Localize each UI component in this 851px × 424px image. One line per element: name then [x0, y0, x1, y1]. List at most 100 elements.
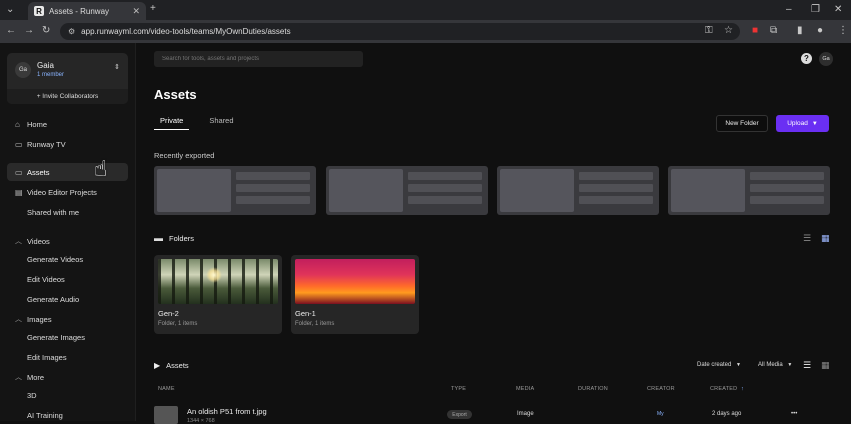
hand-cursor-icon: ☝ [94, 156, 108, 181]
tab-private[interactable]: Private [154, 116, 190, 130]
bookmark-star-icon[interactable]: ☆ [724, 25, 733, 37]
column-header-label: CREATED [710, 386, 738, 392]
placeholder-line [236, 172, 310, 180]
extension-icon[interactable]: ■ [752, 25, 758, 37]
folder-icon: ▬ [154, 233, 163, 243]
close-window-icon[interactable]: ✕ [834, 4, 842, 16]
sidebar-item-assets[interactable]: ▭ Assets [7, 163, 128, 181]
sidebar-item-home[interactable]: ⌂ Home [7, 115, 128, 133]
column-header-duration[interactable]: DURATION [578, 386, 608, 392]
user-avatar[interactable]: Ga [819, 52, 833, 66]
row-actions-icon[interactable]: ••• [791, 411, 797, 417]
sidebar-item-runway-tv[interactable]: ▭ Runway TV [7, 135, 128, 153]
placeholder-line [750, 184, 824, 192]
column-header-name[interactable]: NAME [158, 386, 175, 392]
placeholder-line [579, 184, 653, 192]
upload-button[interactable]: Upload ▼ [776, 115, 829, 132]
grid-view-icon[interactable]: ▦ [821, 360, 830, 371]
password-key-icon[interactable]: ⚿ [705, 25, 713, 37]
column-header-creator[interactable]: CREATOR [647, 386, 675, 392]
address-bar[interactable]: ⚙ app.runwayml.com/video-tools/teams/MyO… [60, 23, 740, 40]
tab-menu-icon[interactable]: ⌄ [6, 4, 14, 16]
browser-tab-bar: ⌄ R Assets - Runway ✕ + – ❐ ✕ [0, 0, 851, 20]
sidebar-item-label: Shared with me [27, 207, 80, 217]
sidebar-item-label: Assets [27, 167, 50, 177]
sidebar-item-edit-images[interactable]: Edit Images [7, 348, 128, 366]
url-text: app.runwayml.com/video-tools/teams/MyOwn… [81, 27, 291, 36]
sidebar-item-label: Edit Images [27, 352, 67, 362]
recent-export-card-placeholder[interactable] [154, 166, 316, 215]
sidebar-item-shared-with-me[interactable]: Shared with me [7, 203, 128, 221]
help-icon[interactable]: ? [801, 53, 812, 64]
sort-dropdown[interactable]: Date created ▼ [697, 362, 741, 368]
list-view-icon[interactable]: ☰ [803, 233, 811, 244]
sidebar-section-videos[interactable]: ︿ Videos [15, 236, 50, 246]
column-header-type[interactable]: TYPE [451, 386, 466, 392]
visibility-tabs: Private Shared [154, 116, 254, 130]
placeholder-thumbnail [671, 169, 745, 212]
tab-shared[interactable]: Shared [203, 116, 239, 129]
sidebar-item-label: Generate Audio [27, 294, 80, 304]
sidebar-item-3d[interactable]: 3D [7, 386, 128, 404]
sidebar-section-more[interactable]: ︿ More [15, 372, 44, 382]
minimize-icon[interactable]: – [786, 4, 792, 16]
close-tab-icon[interactable]: ✕ [132, 6, 140, 17]
extensions-puzzle-icon[interactable]: ⧉ [770, 25, 777, 37]
sidebar-item-generate-videos[interactable]: Generate Videos [7, 250, 128, 268]
home-icon: ⌂ [15, 119, 20, 129]
recently-exported-label: Recently exported [154, 151, 215, 160]
column-header-media[interactable]: MEDIA [516, 386, 534, 392]
asset-creator: My [657, 411, 664, 417]
reload-icon[interactable]: ↻ [42, 25, 50, 37]
sidebar-item-label: Runway TV [27, 139, 66, 149]
folder-meta: Folder, 1 items [158, 321, 198, 327]
folder-card[interactable]: Gen-2 Folder, 1 items [154, 255, 282, 334]
runway-favicon-icon: R [34, 6, 44, 16]
sidebar-item-label: AI Training [27, 410, 63, 420]
sidebar-section-images[interactable]: ︿ Images [15, 314, 52, 324]
section-label: Images [27, 314, 52, 324]
folder-card[interactable]: Gen-1 Folder, 1 items [291, 255, 419, 334]
tv-icon: ▭ [15, 139, 23, 149]
media-filter-dropdown[interactable]: All Media ▼ [758, 362, 792, 368]
chevron-up-icon: ︿ [15, 238, 22, 245]
media-filter-label: All Media [758, 362, 783, 368]
recent-export-card-placeholder[interactable] [326, 166, 488, 215]
list-view-icon[interactable]: ☰ [803, 360, 811, 371]
folders-header: ▬ Folders [154, 233, 194, 243]
placeholder-line [236, 184, 310, 192]
sidebar-item-edit-videos[interactable]: Edit Videos [7, 270, 128, 288]
recent-export-card-placeholder[interactable] [497, 166, 659, 215]
placeholder-line [750, 172, 824, 180]
profile-icon[interactable]: ● [817, 25, 823, 37]
section-label: Videos [27, 236, 50, 246]
invite-collaborators-button[interactable]: + Invite Collaborators [7, 89, 128, 104]
caret-down-icon: ▼ [787, 362, 793, 368]
grid-view-icon[interactable]: ▦ [821, 233, 830, 244]
placeholder-line [579, 196, 653, 204]
search-input[interactable] [154, 51, 363, 67]
side-panel-icon[interactable]: ▮ [797, 25, 803, 37]
section-label: More [27, 372, 45, 382]
team-name: Gaia [37, 61, 54, 70]
forward-icon[interactable]: → [24, 25, 34, 37]
sidebar-item-generate-images[interactable]: Generate Images [7, 328, 128, 346]
caret-down-icon: ▼ [736, 362, 741, 368]
placeholder-line [750, 196, 824, 204]
folder-thumbnail [295, 259, 415, 304]
sidebar-item-ai-training[interactable]: AI Training [7, 406, 128, 424]
column-header-created[interactable]: CREATED ↑ [710, 386, 744, 392]
browser-menu-icon[interactable]: ⋮ [838, 25, 848, 37]
back-icon[interactable]: ← [6, 25, 16, 37]
sidebar-item-generate-audio[interactable]: Generate Audio [7, 290, 128, 308]
restore-icon[interactable]: ❐ [811, 4, 820, 16]
new-folder-button[interactable]: New Folder [716, 115, 768, 132]
main-content: ? Ga Assets Private Shared New Folder Upl… [137, 43, 851, 424]
assets-section-header: ▶ Assets [154, 361, 189, 370]
folder-name: Gen-1 [295, 309, 316, 318]
new-tab-icon[interactable]: + [150, 3, 156, 15]
browser-tab[interactable]: R Assets - Runway ✕ [28, 2, 146, 20]
recent-export-card-placeholder[interactable] [668, 166, 830, 215]
site-info-icon[interactable]: ⚙ [68, 27, 75, 36]
sidebar-item-video-editor-projects[interactable]: ▤ Video Editor Projects [7, 183, 128, 201]
